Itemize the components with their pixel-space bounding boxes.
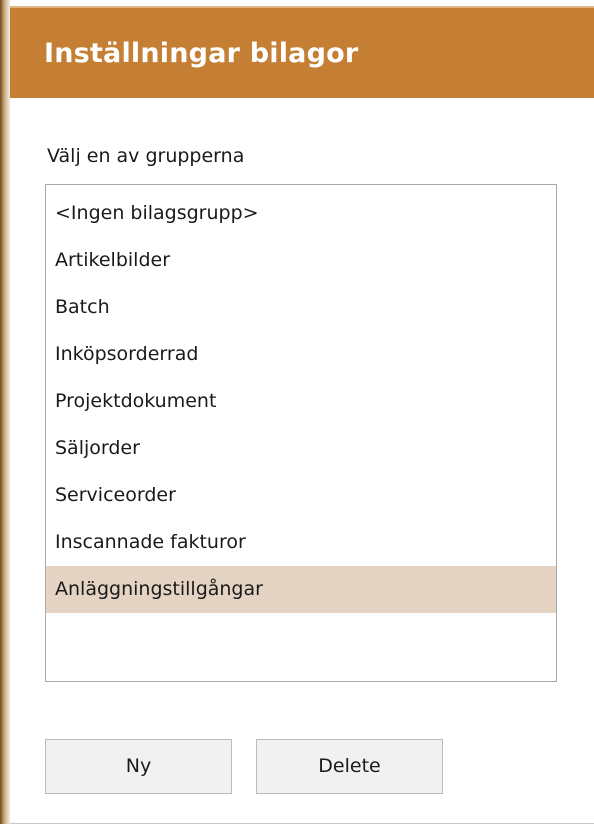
- list-item-artikelbilder[interactable]: Artikelbilder: [46, 237, 556, 284]
- list-item-inkopsorderrad[interactable]: Inköpsorderrad: [46, 331, 556, 378]
- list-item-batch[interactable]: Batch: [46, 284, 556, 331]
- list-item-no-group[interactable]: <Ingen bilagsgrupp>: [46, 190, 556, 237]
- list-item-serviceorder[interactable]: Serviceorder: [46, 472, 556, 519]
- list-item-saljorder[interactable]: Säljorder: [46, 425, 556, 472]
- delete-button[interactable]: Delete: [256, 739, 443, 794]
- attachment-group-list[interactable]: <Ingen bilagsgrupp> Artikelbilder Batch …: [45, 184, 557, 682]
- attachment-settings-dialog: Inställningar bilagor Välj en av grupper…: [0, 0, 594, 824]
- dialog-title: Inställningar bilagor: [44, 38, 359, 69]
- window-left-edge: [0, 0, 10, 824]
- list-item-inscannade-fakturor[interactable]: Inscannade fakturor: [46, 519, 556, 566]
- list-item-anlaggningstillgangar[interactable]: Anläggningstillgångar: [46, 566, 556, 613]
- new-button[interactable]: Ny: [45, 739, 232, 794]
- group-select-prompt: Välj en av grupperna: [47, 145, 245, 167]
- dialog-titlebar: Inställningar bilagor: [10, 6, 594, 98]
- list-item-projektdokument[interactable]: Projektdokument: [46, 378, 556, 425]
